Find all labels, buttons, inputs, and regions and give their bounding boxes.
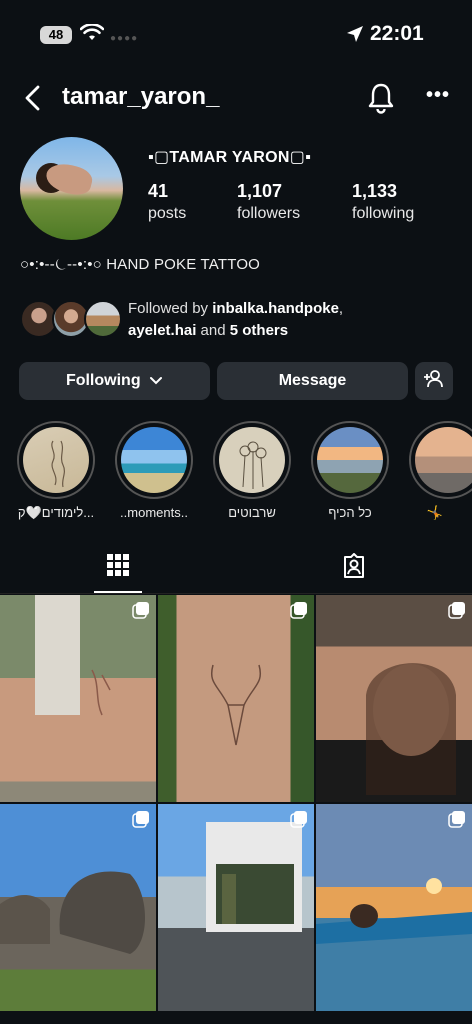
followers-label: followers [237, 205, 301, 222]
header-username: tamar_yaron_ [62, 83, 220, 110]
add-user-icon [424, 370, 443, 388]
highlight-circle[interactable] [17, 421, 95, 499]
chevron-down-icon [150, 376, 163, 385]
highlight-circle[interactable] [409, 421, 472, 499]
highlight-cover [23, 427, 89, 493]
mutual-followers-avatars[interactable] [20, 300, 122, 340]
multi-post-icon [132, 602, 149, 619]
sunset-pool-image [316, 878, 472, 944]
add-user-button[interactable] [415, 362, 453, 400]
post-thumbnail[interactable] [0, 804, 156, 1011]
highlight-circle[interactable] [213, 421, 291, 499]
others-link[interactable]: 5 others [230, 322, 288, 339]
location-arrow-icon [347, 26, 363, 42]
post-thumbnail[interactable] [158, 595, 314, 802]
beach-rock-image [0, 871, 145, 954]
wifi-icon [80, 24, 104, 40]
mutual-user-link[interactable]: inbalka.handpoke [212, 300, 339, 317]
mutual-user-link[interactable]: ayelet.hai [128, 322, 196, 339]
mutual-avatar [84, 300, 122, 338]
stat-posts[interactable]: 41 posts [148, 181, 186, 223]
clock: 22:01 [370, 22, 424, 45]
followed-by-text[interactable]: Followed by inbalka.handpoke, ayelet.hai… [128, 298, 458, 342]
truck-image [206, 822, 302, 932]
signal-dots-icon: ●●●● [110, 33, 139, 44]
status-bar: 48 ●●●● 22:01 [0, 0, 472, 70]
sketch-figure-icon [51, 440, 66, 488]
multi-post-icon [290, 602, 307, 619]
highlight-cover [121, 427, 187, 493]
following-label: following [352, 205, 415, 222]
posts-count: 41 [148, 181, 169, 201]
separator: , [338, 300, 344, 317]
followed-by-prefix: Followed by [128, 300, 213, 317]
tattoo-leg-image [35, 595, 111, 716]
highlight-circle[interactable] [115, 421, 193, 499]
display-name: ▪▢TAMAR YARON▢▪ [148, 149, 312, 166]
active-tab-indicator [94, 591, 142, 593]
following-button-label: Following [65, 372, 141, 389]
deer-tattoo-image [211, 664, 261, 746]
multi-post-icon [132, 811, 149, 828]
battery-indicator: 48 [40, 26, 72, 44]
posts-label: posts [148, 205, 187, 222]
avatar[interactable] [20, 137, 123, 240]
highlight-label: 🤸 [426, 505, 444, 520]
highlight-cover [415, 427, 472, 493]
post-thumbnail[interactable] [316, 595, 472, 802]
tagged-icon[interactable] [341, 553, 367, 579]
followers-count: 1,107 [237, 181, 283, 201]
message-button[interactable]: Message [217, 362, 408, 400]
highlight-label: כל הכיף [328, 505, 372, 520]
grid-icon[interactable] [106, 553, 130, 577]
highlight-cover [317, 427, 383, 493]
bell-icon[interactable] [366, 82, 396, 114]
following-button[interactable]: Following [19, 362, 210, 400]
multi-post-icon [448, 602, 465, 619]
more-options-icon[interactable]: ••• [426, 84, 450, 107]
highlight-label: שרבוטים [228, 505, 276, 520]
back-chevron-icon[interactable] [20, 84, 46, 112]
multi-post-icon [448, 811, 465, 828]
post-thumbnail[interactable] [316, 804, 472, 1011]
highlight-cover [219, 427, 285, 493]
highlight-circle[interactable] [311, 421, 389, 499]
post-thumbnail[interactable] [0, 595, 156, 802]
multi-post-icon [290, 811, 307, 828]
stat-followers[interactable]: 1,107 followers [237, 181, 300, 223]
selfie-image [366, 663, 456, 795]
following-count: 1,133 [352, 181, 398, 201]
stat-following[interactable]: 1,133 following [352, 181, 414, 223]
highlight-label: ..moments.. [120, 505, 188, 520]
profile-tabs [0, 540, 472, 594]
highlight-label: לימודים🤍ק... [17, 505, 95, 520]
flower-sketch-icon [239, 441, 267, 489]
bio-text: ○•:•--⏾--•:•○ HAND POKE TATTOO [20, 256, 261, 273]
post-thumbnail[interactable] [158, 804, 314, 1011]
and-text: and [196, 322, 230, 339]
profile-header: tamar_yaron_ ••• [0, 74, 472, 122]
